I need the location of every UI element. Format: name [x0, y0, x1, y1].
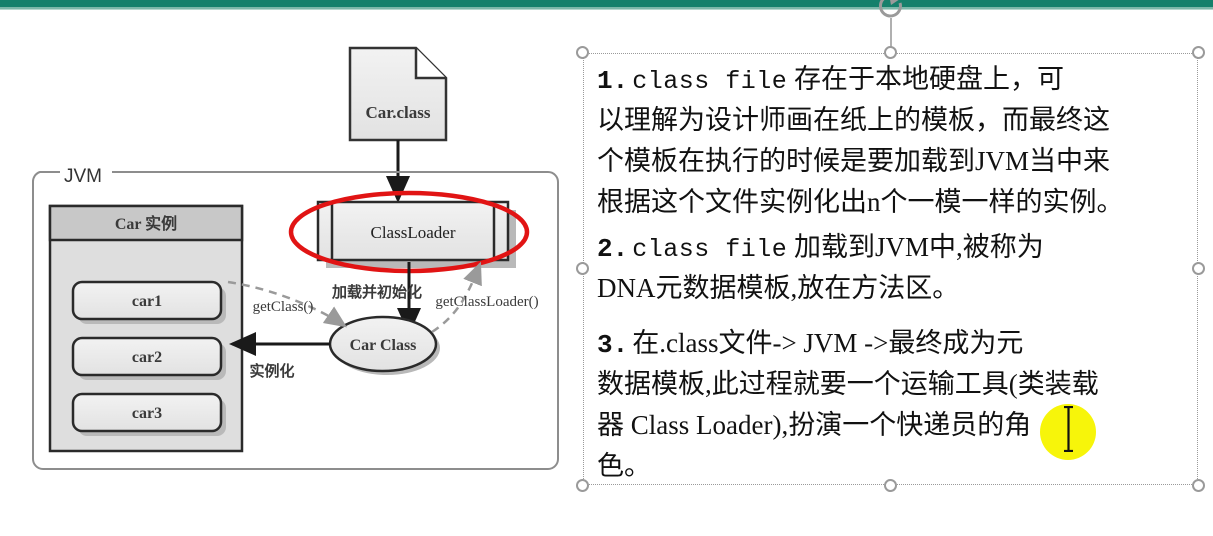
- svg-text:ClassLoader: ClassLoader: [371, 223, 456, 242]
- svg-text:实例化: 实例化: [249, 362, 294, 380]
- paragraph-3-line-1: 在.class文件-> JVM ->最终成为元: [632, 328, 1024, 358]
- resize-handle-bottom-left[interactable]: [576, 479, 589, 492]
- svg-text:Car.class: Car.class: [365, 103, 430, 122]
- paragraph-3-line-3: 器 Class Loader),扮演一个快递员的角: [597, 410, 1032, 440]
- car-instance-car1: car1: [71, 280, 226, 324]
- paragraph-1-line-1-cjk: 存在于本地硬盘上，可: [787, 64, 1064, 94]
- svg-text:Car 实例: Car 实例: [115, 214, 177, 233]
- svg-text:car2: car2: [132, 349, 162, 366]
- resize-handle-top-center[interactable]: [883, 46, 897, 59]
- paragraph-2-number: 2.: [597, 234, 629, 264]
- car-class-node: Car Class: [328, 315, 440, 375]
- paragraph-3-number: 3.: [597, 330, 629, 360]
- car-instance-car3: car3: [71, 392, 226, 436]
- resize-handle-bottom-right[interactable]: [1192, 479, 1205, 492]
- resize-handle-middle-left[interactable]: [576, 262, 589, 275]
- app-accent-bar-shade: [0, 7, 1213, 10]
- svg-text:getClassLoader(): getClassLoader(): [435, 294, 538, 310]
- svg-text:加载并初始化: 加载并初始化: [331, 283, 422, 301]
- svg-text:JVM: JVM: [64, 166, 102, 187]
- paragraph-2-line-2: DNA元数据模板,放在方法区。: [597, 273, 960, 303]
- svg-text:car3: car3: [132, 405, 162, 422]
- paragraph-1: 1. class file 存在于本地硬盘上，可 以理解为设计师画在纸上的模板，…: [597, 61, 1185, 225]
- paragraph-2: 2. class file 加载到JVM中,被称为 DNA元数据模板,放在方法区…: [597, 229, 1185, 311]
- classloader-node: ClassLoader: [316, 200, 516, 268]
- resize-handle-top-left[interactable]: [576, 46, 589, 59]
- paragraph-2-line-1-mono: class file: [632, 235, 788, 264]
- paragraph-3-line-4: 色。: [597, 451, 651, 481]
- paragraph-2-line-1-cjk: 加载到JVM中,被称为: [787, 232, 1044, 262]
- car-class-file-node: Car.class: [348, 46, 448, 142]
- svg-text:Car Class: Car Class: [350, 337, 417, 354]
- resize-handle-middle-right[interactable]: [1192, 262, 1205, 275]
- paragraph-1-line-4: 根据这个文件实例化出n个一模一样的实例。: [597, 187, 1124, 217]
- selected-text-box[interactable]: 1. class file 存在于本地硬盘上，可 以理解为设计师画在纸上的模板，…: [576, 0, 1205, 492]
- paragraph-1-line-2: 以理解为设计师画在纸上的模板，而最终这: [597, 105, 1110, 135]
- paragraph-3-line-2: 数据模板,此过程就要一个运输工具(类装载: [597, 369, 1099, 399]
- paragraph-1-number: 1.: [597, 66, 629, 96]
- svg-text:getClass(): getClass(): [253, 299, 314, 315]
- paragraph-1-line-3: 个模板在执行的时候是要加载到JVM当中来: [597, 146, 1111, 176]
- paragraph-3: 3. 在.class文件-> JVM ->最终成为元 数据模板,此过程就要一个运…: [597, 325, 1185, 489]
- car-instance-car2: car2: [71, 336, 226, 380]
- rotate-icon[interactable]: [876, 0, 906, 21]
- resize-handle-top-right[interactable]: [1192, 46, 1205, 59]
- paragraph-1-line-1-mono: class file: [632, 67, 788, 96]
- jvm-classloader-diagram[interactable]: Car.class JVM Car 实例 car1 car2 car3 Clas…: [0, 14, 575, 514]
- text-cursor-icon: [1063, 405, 1074, 453]
- svg-text:car1: car1: [132, 293, 162, 310]
